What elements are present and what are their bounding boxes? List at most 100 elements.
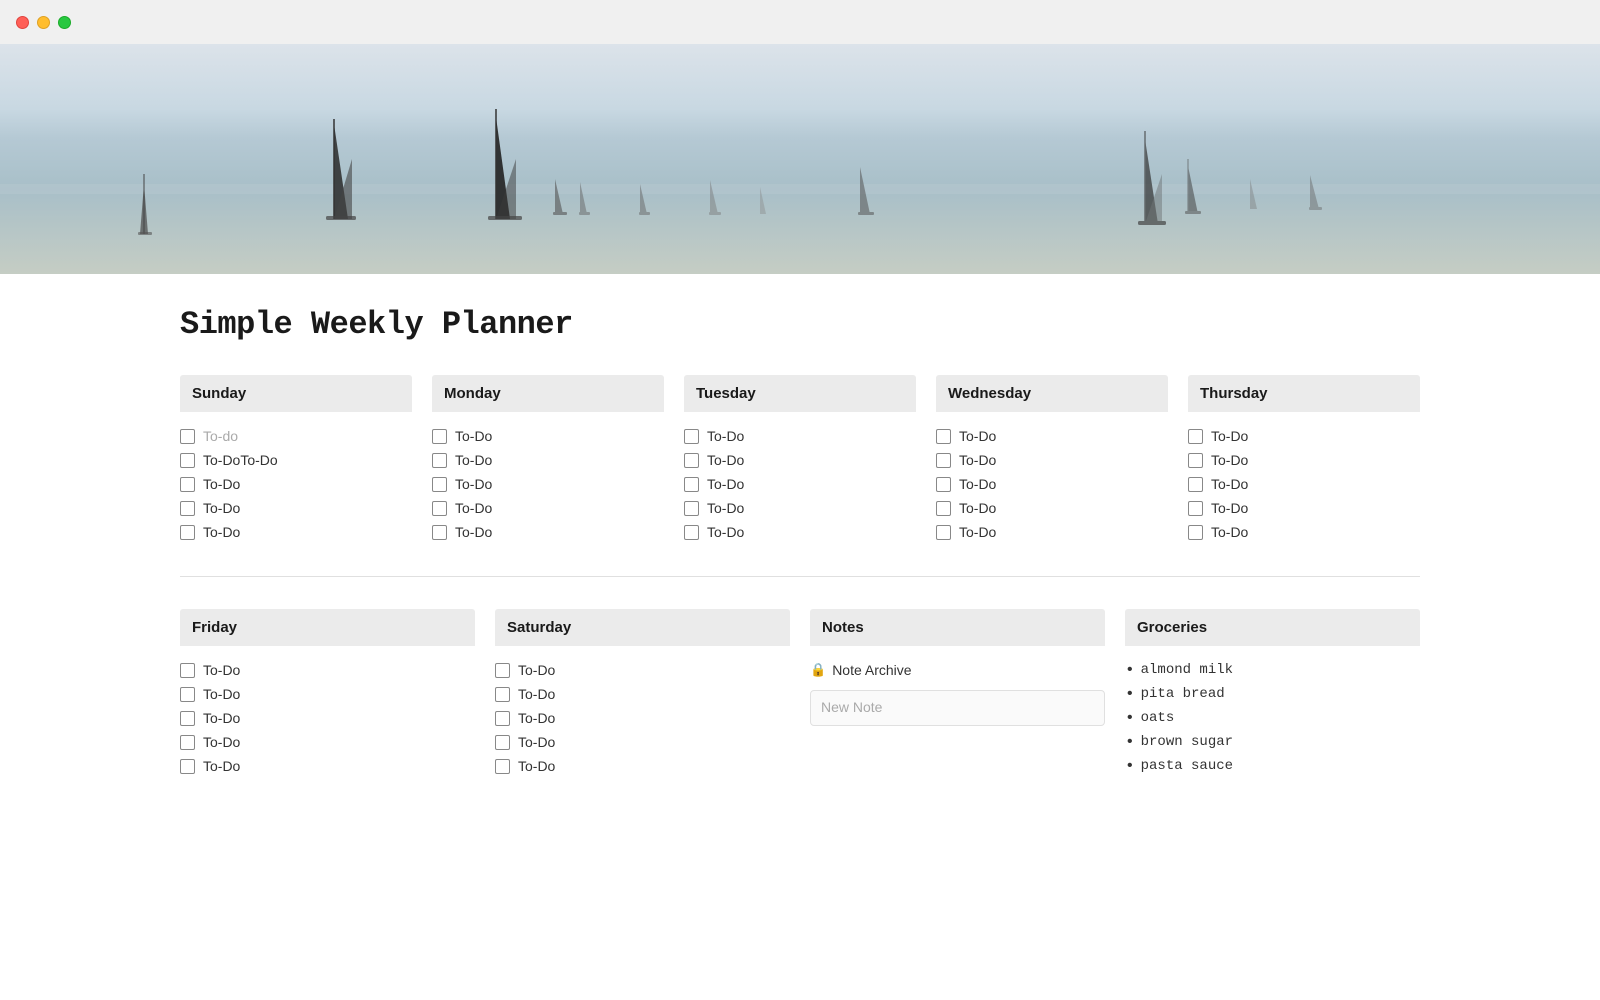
todo-item: To-Do xyxy=(495,730,790,754)
todo-item: To-Do xyxy=(495,706,790,730)
todo-checkbox[interactable] xyxy=(180,477,195,492)
grocery-label: almond milk xyxy=(1141,662,1233,678)
todo-checkbox[interactable] xyxy=(180,711,195,726)
archive-label: Note Archive xyxy=(832,662,911,678)
todo-checkbox[interactable] xyxy=(684,453,699,468)
todo-item: To-Do xyxy=(180,754,475,778)
todo-checkbox[interactable] xyxy=(936,477,951,492)
todo-item: To-Do xyxy=(180,730,475,754)
titlebar xyxy=(0,0,1600,44)
todo-checkbox[interactable] xyxy=(495,663,510,678)
grocery-label: brown sugar xyxy=(1141,734,1233,750)
todo-item: To-Do xyxy=(684,424,916,448)
bottom-grid: FridayTo-DoTo-DoTo-DoTo-DoTo-DoSaturdayT… xyxy=(180,609,1420,778)
todo-item: To-Do xyxy=(495,658,790,682)
todo-checkbox[interactable] xyxy=(180,429,195,444)
notes-header: Notes xyxy=(810,609,1105,646)
todo-item: To-Do xyxy=(1188,496,1420,520)
todo-checkbox[interactable] xyxy=(432,477,447,492)
todo-item: To-Do xyxy=(180,520,412,544)
notes-column: Notes 🔒Note Archive New Note xyxy=(810,609,1105,778)
todo-checkbox[interactable] xyxy=(432,429,447,444)
grocery-label: oats xyxy=(1141,710,1175,726)
close-button[interactable] xyxy=(16,16,29,29)
todo-checkbox[interactable] xyxy=(432,453,447,468)
todo-item: To-Do xyxy=(180,682,475,706)
todo-checkbox[interactable] xyxy=(180,453,195,468)
todo-checkbox[interactable] xyxy=(1188,453,1203,468)
todo-item: To-Do xyxy=(936,472,1168,496)
todo-item: To-Do xyxy=(432,496,664,520)
todo-item: To-Do xyxy=(180,496,412,520)
grocery-item: •oats xyxy=(1125,706,1420,730)
todo-label: To-Do xyxy=(959,524,996,540)
todo-label: To-Do xyxy=(518,710,555,726)
page-title: Simple Weekly Planner xyxy=(180,306,1420,343)
todo-checkbox[interactable] xyxy=(936,453,951,468)
todo-checkbox[interactable] xyxy=(432,501,447,516)
todo-checkbox[interactable] xyxy=(180,735,195,750)
todo-checkbox[interactable] xyxy=(495,759,510,774)
todo-checkbox[interactable] xyxy=(1188,525,1203,540)
todo-item: To-do xyxy=(180,424,412,448)
maximize-button[interactable] xyxy=(58,16,71,29)
todo-checkbox[interactable] xyxy=(1188,477,1203,492)
todo-item: To-Do xyxy=(495,682,790,706)
todo-label: To-Do xyxy=(1211,452,1248,468)
day-header-wednesday: Wednesday xyxy=(936,375,1168,412)
todo-label: To-Do xyxy=(959,452,996,468)
todo-checkbox[interactable] xyxy=(936,501,951,516)
minimize-button[interactable] xyxy=(37,16,50,29)
grocery-item: •pasta sauce xyxy=(1125,754,1420,778)
day-header-tuesday: Tuesday xyxy=(684,375,916,412)
todo-label: To-Do xyxy=(455,428,492,444)
todo-label: To-Do xyxy=(518,758,555,774)
todo-checkbox[interactable] xyxy=(495,735,510,750)
todo-label: To-Do xyxy=(707,452,744,468)
todo-checkbox[interactable] xyxy=(495,687,510,702)
todo-label: To-Do xyxy=(203,500,240,516)
todo-checkbox[interactable] xyxy=(180,525,195,540)
todo-checkbox[interactable] xyxy=(180,759,195,774)
day-column-sunday: SundayTo-doTo-DoTo-DoTo-DoTo-DoTo-Do xyxy=(180,375,412,544)
todo-label: To-Do xyxy=(203,524,240,540)
bullet-icon: • xyxy=(1125,662,1135,678)
todo-item: To-Do xyxy=(684,520,916,544)
todo-checkbox[interactable] xyxy=(180,663,195,678)
todo-label: To-Do xyxy=(1211,476,1248,492)
todo-checkbox[interactable] xyxy=(936,429,951,444)
todo-checkbox[interactable] xyxy=(180,501,195,516)
todo-checkbox[interactable] xyxy=(936,525,951,540)
todo-item: To-Do xyxy=(432,520,664,544)
todo-label: To-Do xyxy=(707,428,744,444)
todo-checkbox[interactable] xyxy=(684,429,699,444)
todo-label: To-Do xyxy=(518,734,555,750)
todo-item: To-Do xyxy=(1188,520,1420,544)
new-note-input[interactable]: New Note xyxy=(810,690,1105,726)
todo-item: To-Do xyxy=(936,520,1168,544)
day-header-monday: Monday xyxy=(432,375,664,412)
day-header-thursday: Thursday xyxy=(1188,375,1420,412)
grocery-label: pita bread xyxy=(1141,686,1225,702)
todo-label: To-DoTo-Do xyxy=(203,452,278,468)
todo-label: To-Do xyxy=(455,500,492,516)
todo-label: To-Do xyxy=(455,476,492,492)
todo-checkbox[interactable] xyxy=(495,711,510,726)
todo-label: To-do xyxy=(203,428,238,444)
todo-checkbox[interactable] xyxy=(432,525,447,540)
todo-item: To-Do xyxy=(936,448,1168,472)
note-archive-item[interactable]: 🔒Note Archive xyxy=(810,658,1105,682)
todo-item: To-Do xyxy=(180,658,475,682)
todo-checkbox[interactable] xyxy=(684,477,699,492)
todo-checkbox[interactable] xyxy=(1188,429,1203,444)
todo-checkbox[interactable] xyxy=(180,687,195,702)
todo-label: To-Do xyxy=(203,662,240,678)
todo-checkbox[interactable] xyxy=(1188,501,1203,516)
todo-item: To-Do xyxy=(684,496,916,520)
todo-item: To-Do xyxy=(432,472,664,496)
day-column-wednesday: WednesdayTo-DoTo-DoTo-DoTo-DoTo-Do xyxy=(936,375,1168,544)
todo-checkbox[interactable] xyxy=(684,525,699,540)
todo-item: To-Do xyxy=(180,472,412,496)
todo-checkbox[interactable] xyxy=(684,501,699,516)
todo-label: To-Do xyxy=(518,686,555,702)
